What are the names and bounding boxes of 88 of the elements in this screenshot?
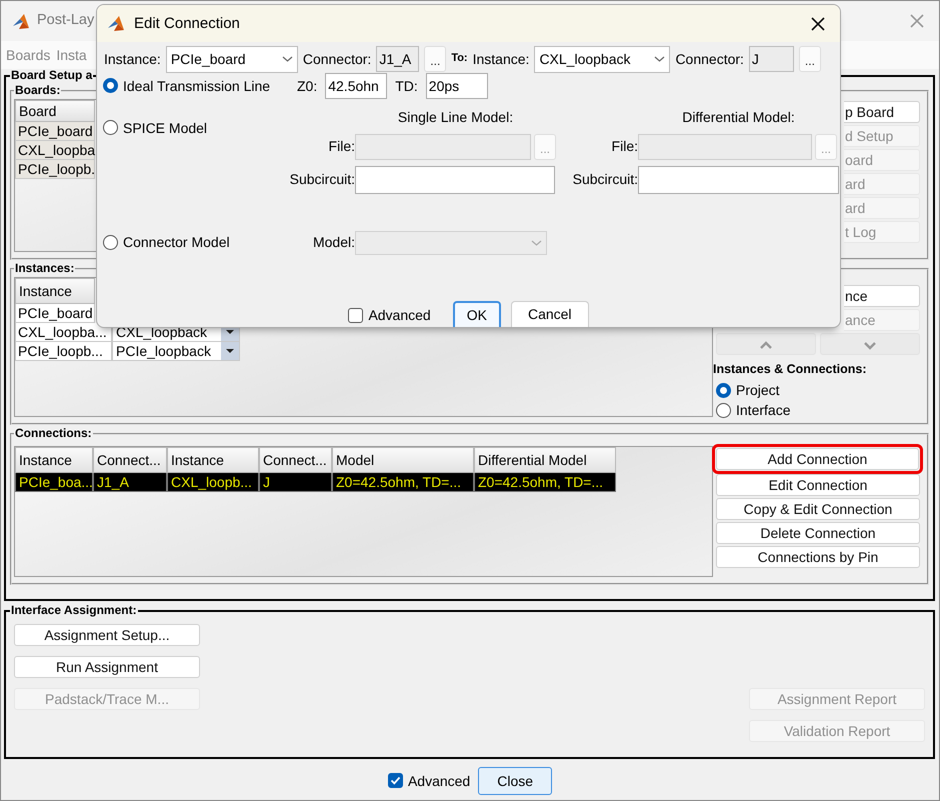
table-cell: J1_A xyxy=(93,473,167,492)
field-label: File: xyxy=(610,138,638,155)
td-field[interactable]: 20ps xyxy=(426,73,488,99)
table-cell: PCIe_loopb... xyxy=(15,342,112,362)
table-header-cell[interactable]: Board xyxy=(15,100,95,122)
table-cell: CXL_loopba xyxy=(15,141,95,160)
table-cell: CXL_loopba... xyxy=(15,323,112,342)
dropdown-cell[interactable]: PCIe_loopback xyxy=(112,342,240,362)
table-header-cell[interactable]: Instance xyxy=(15,278,95,304)
table-cell: PCIe_boa... xyxy=(15,473,93,492)
instance-dropdown[interactable]: CXL_loopback xyxy=(534,46,670,72)
instance-dropdown[interactable]: PCIe_board xyxy=(166,46,298,72)
field-label: Instance: xyxy=(104,50,161,68)
section-label: Single Line Model: xyxy=(396,108,514,126)
radio-label: Project xyxy=(736,382,780,399)
browse-button[interactable]: ... xyxy=(798,46,821,72)
field-label: Subcircuit: xyxy=(572,171,638,188)
connection-action-button[interactable]: Delete Connection xyxy=(716,522,920,544)
connection-action-button[interactable]: Connections by Pin xyxy=(716,546,920,568)
section-label: Instances & Connections: xyxy=(713,362,868,378)
chevron-down-icon xyxy=(282,55,293,63)
radio-label: Interface xyxy=(736,402,790,419)
table-header-cell[interactable]: Instance xyxy=(15,447,93,474)
field-label: Subcircuit: xyxy=(290,171,355,188)
radio-button[interactable] xyxy=(716,402,731,418)
field-label: To: xyxy=(451,52,468,66)
connector-field[interactable]: J xyxy=(748,46,794,72)
panel-title: Interface Assignment: xyxy=(10,604,138,618)
table-cell: PCIe_board xyxy=(15,122,95,142)
radio-button[interactable] xyxy=(103,78,118,94)
table-cell: J xyxy=(259,473,332,492)
table-cell: PCIe_board xyxy=(15,304,95,324)
table-cell: Z0=42.5ohm, TD=... xyxy=(332,473,474,492)
chevron-down-icon xyxy=(654,55,666,63)
table-header-cell[interactable]: Connect... xyxy=(93,447,167,474)
assignment-button[interactable]: Assignment Setup... xyxy=(14,624,200,646)
subcircuit-field[interactable] xyxy=(638,166,839,194)
checkbox[interactable] xyxy=(388,773,403,788)
close-icon[interactable] xyxy=(810,16,826,32)
group-title: Boards: xyxy=(14,84,62,98)
dialog-button[interactable]: OK xyxy=(452,301,501,327)
browse-button[interactable]: ... xyxy=(424,46,446,72)
field-label: Connector: xyxy=(675,50,744,68)
checkbox[interactable] xyxy=(348,308,364,324)
checkbox-label: Advanced xyxy=(368,307,431,324)
radio-label: SPICE Model xyxy=(123,120,208,136)
instance-action-button[interactable]: nce xyxy=(844,285,920,308)
chevron-up-icon xyxy=(759,340,773,352)
section-label: Differential Model: xyxy=(681,108,796,126)
connector-field[interactable]: J1_A xyxy=(376,46,420,72)
table-cell: Z0=42.5ohm, TD=... xyxy=(474,473,616,492)
app-logo-icon xyxy=(106,15,126,32)
table-cell: CXL_loopb... xyxy=(167,473,259,492)
group-title: Connections: xyxy=(14,427,93,440)
dialog-button[interactable]: Cancel xyxy=(510,301,589,327)
connection-action-button[interactable]: Add Connection xyxy=(716,448,919,470)
subcircuit-field[interactable] xyxy=(355,166,555,194)
table-header-cell[interactable]: Model xyxy=(332,447,474,474)
field-label: Connector: xyxy=(302,50,372,68)
dialog-title: Edit Connection xyxy=(134,14,240,32)
board-action-button[interactable]: p Board xyxy=(844,101,920,124)
group-title: Instances: xyxy=(14,262,76,276)
app-logo-icon xyxy=(11,12,31,30)
radio-label: Ideal Transmission Line xyxy=(123,78,270,94)
connection-action-button[interactable]: Edit Connection xyxy=(716,474,920,496)
table-cell: PCIe_loopb. xyxy=(15,160,95,180)
field-label: Instance: xyxy=(472,50,530,68)
field-label: File: xyxy=(328,138,355,155)
table-header-cell[interactable]: Differential Model xyxy=(474,447,616,474)
radio-button[interactable] xyxy=(716,382,731,398)
z0-field[interactable]: 42.5ohn xyxy=(325,73,388,99)
table-row[interactable]: PCIe_boa... J1_A CXL_loopb... J Z0=42.5ohm, TD=... Z0=42.5ohm, TD=... xyxy=(15,473,712,492)
close-button[interactable]: Close xyxy=(478,767,552,795)
field-label: TD: xyxy=(395,78,418,94)
radio-label: Connector Model xyxy=(123,234,230,251)
window-title: Post-Lay xyxy=(37,12,94,30)
table-header-cell[interactable]: Connect... xyxy=(259,447,332,474)
radio-button[interactable] xyxy=(103,120,118,136)
chevron-down-icon xyxy=(531,238,542,246)
checkbox-label: Advanced xyxy=(408,772,470,790)
panel-title: Board Setup a xyxy=(10,69,94,82)
assignment-button[interactable]: Run Assignment xyxy=(14,656,200,678)
radio-button[interactable] xyxy=(103,235,118,250)
field-label: Model: xyxy=(312,234,355,251)
connection-action-button[interactable]: Copy & Edit Connection xyxy=(716,498,920,520)
field-label: Z0: xyxy=(297,78,318,94)
chevron-down-icon xyxy=(863,340,877,352)
table-header-cell[interactable]: Instance xyxy=(167,447,259,474)
